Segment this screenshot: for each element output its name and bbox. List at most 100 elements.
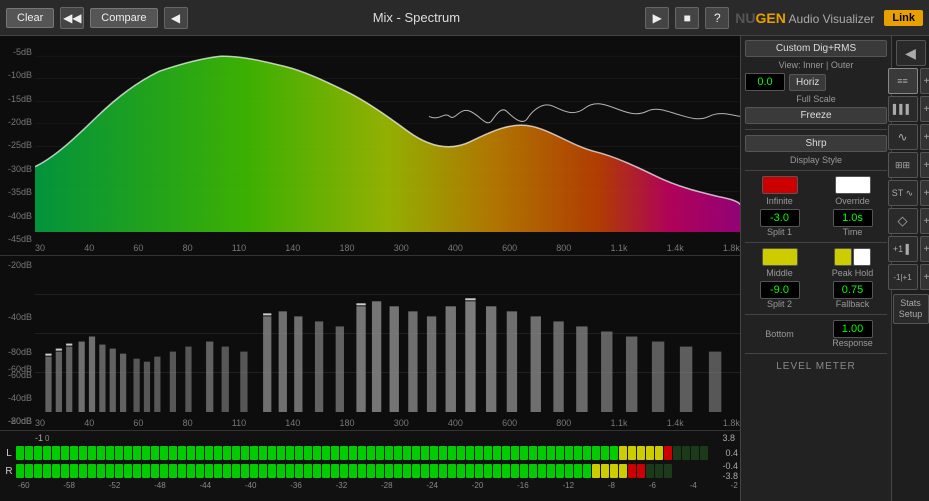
stop-button[interactable]: ■ bbox=[675, 7, 699, 29]
waveform-lines-button[interactable]: ≡≡ bbox=[888, 68, 918, 94]
time-value[interactable]: 1.0s bbox=[833, 209, 873, 227]
play-button[interactable]: ▶ bbox=[645, 7, 669, 29]
seg bbox=[43, 446, 51, 460]
seg bbox=[439, 446, 447, 460]
plus-5[interactable]: + bbox=[920, 180, 929, 206]
seg bbox=[502, 464, 510, 478]
seg bbox=[484, 464, 492, 478]
plus-6[interactable]: + bbox=[920, 208, 929, 234]
collapse-button[interactable]: ◀ bbox=[896, 40, 926, 66]
seg bbox=[457, 464, 465, 478]
custom-mode-button[interactable]: Custom Dig+RMS bbox=[745, 40, 887, 57]
st-button[interactable]: ST ∿ bbox=[888, 180, 918, 206]
seg bbox=[511, 464, 519, 478]
minus1-label: -1 bbox=[35, 433, 43, 443]
l-label: L bbox=[2, 448, 16, 459]
help-button[interactable]: ? bbox=[705, 7, 729, 29]
full-scale-label: Full Scale bbox=[745, 94, 887, 104]
split2-value[interactable]: -9.0 bbox=[760, 281, 800, 299]
seg bbox=[205, 464, 213, 478]
clear-button[interactable]: Clear bbox=[6, 8, 54, 28]
seg-y bbox=[619, 446, 627, 460]
seg-off bbox=[682, 446, 690, 460]
full-scale-value[interactable]: 0.0 bbox=[745, 73, 785, 91]
icon-row-6: ◇ + bbox=[888, 208, 929, 234]
split2-fallback-row: -9.0 Split 2 0.75 Fallback bbox=[745, 281, 887, 309]
brand-rest: Audio Visualizer bbox=[786, 12, 875, 26]
seg bbox=[358, 446, 366, 460]
seg bbox=[106, 446, 114, 460]
seg-off bbox=[700, 446, 708, 460]
seg bbox=[277, 464, 285, 478]
seg bbox=[52, 446, 60, 460]
plus-7[interactable]: + bbox=[920, 236, 929, 262]
level-meter-title: LEVEL METER bbox=[745, 361, 887, 372]
seg bbox=[250, 464, 258, 478]
seg bbox=[142, 464, 150, 478]
l-channel-row: L bbox=[0, 444, 740, 462]
grid-button[interactable]: ⊞⊞ bbox=[888, 152, 918, 178]
seg bbox=[286, 446, 294, 460]
seg bbox=[376, 464, 384, 478]
compare-button[interactable]: Compare bbox=[90, 8, 157, 28]
wavy-button[interactable]: ∿ bbox=[888, 124, 918, 150]
seg bbox=[421, 464, 429, 478]
stats-setup-button[interactable]: StatsSetup bbox=[893, 294, 929, 324]
horiz-button[interactable]: Horiz bbox=[789, 74, 826, 91]
divider3 bbox=[745, 242, 887, 243]
meter-scale-row: -1 0 3.8 bbox=[0, 433, 740, 443]
seg bbox=[349, 464, 357, 478]
seg bbox=[331, 464, 339, 478]
prev-button[interactable]: ◀ bbox=[164, 7, 188, 29]
icon-row-4: ⊞⊞ + bbox=[888, 152, 929, 178]
freeze-button[interactable]: Freeze bbox=[745, 107, 887, 124]
y-label-6: -30dB bbox=[0, 164, 35, 174]
seg bbox=[34, 446, 42, 460]
split1-time-row: -3.0 Split 1 1.0s Time bbox=[745, 209, 887, 237]
peak-hold-label: Peak Hold bbox=[832, 268, 874, 278]
plus-2[interactable]: + bbox=[920, 96, 929, 122]
spectrum-bars-button[interactable]: ▌▌▌ bbox=[888, 96, 918, 122]
numeric-neg-button[interactable]: +1 ▌ bbox=[888, 236, 918, 262]
diamond-button[interactable]: ◇ bbox=[888, 208, 918, 234]
link-button[interactable]: Link bbox=[884, 10, 923, 26]
seg bbox=[169, 446, 177, 460]
seg bbox=[448, 464, 456, 478]
bars-x-axis: 30 40 60 80 110 140 180 300 400 600 800 … bbox=[35, 418, 740, 428]
seg bbox=[322, 446, 330, 460]
seg-y bbox=[646, 446, 654, 460]
seg bbox=[61, 446, 69, 460]
seg bbox=[223, 464, 231, 478]
plus-8[interactable]: + bbox=[920, 264, 929, 290]
seg-y bbox=[637, 446, 645, 460]
seg bbox=[421, 446, 429, 460]
split1-value[interactable]: -3.0 bbox=[760, 209, 800, 227]
seg bbox=[34, 464, 42, 478]
plus-3[interactable]: + bbox=[920, 124, 929, 150]
display-style-button[interactable]: Shrp bbox=[745, 135, 887, 152]
seg bbox=[70, 464, 78, 478]
spectrum-area: -5dB -10dB -15dB -20dB -25dB -30dB -35dB… bbox=[0, 36, 740, 256]
back-button[interactable]: ◀◀ bbox=[60, 7, 84, 29]
seg bbox=[295, 464, 303, 478]
plus-1[interactable]: + bbox=[920, 68, 929, 94]
response-value[interactable]: 1.00 bbox=[833, 320, 873, 338]
brand-gen: GEN bbox=[756, 10, 786, 26]
seg bbox=[367, 446, 375, 460]
full-scale-row: 0.0 Horiz bbox=[745, 73, 887, 91]
seg bbox=[538, 446, 546, 460]
override-label: Override bbox=[835, 196, 870, 206]
seg bbox=[511, 446, 519, 460]
seg bbox=[250, 446, 258, 460]
peak-color-swatch-1 bbox=[834, 248, 852, 266]
seg bbox=[43, 464, 51, 478]
bars-y-axis-right bbox=[0, 256, 35, 343]
fallback-value[interactable]: 0.75 bbox=[833, 281, 873, 299]
seg bbox=[394, 464, 402, 478]
seg bbox=[277, 446, 285, 460]
seg bbox=[430, 446, 438, 460]
range-button[interactable]: -1|+1 bbox=[888, 264, 918, 290]
spectrum-svg bbox=[35, 36, 740, 237]
level-meter-area: -1 0 3.8 L bbox=[0, 431, 740, 501]
plus-4[interactable]: + bbox=[920, 152, 929, 178]
